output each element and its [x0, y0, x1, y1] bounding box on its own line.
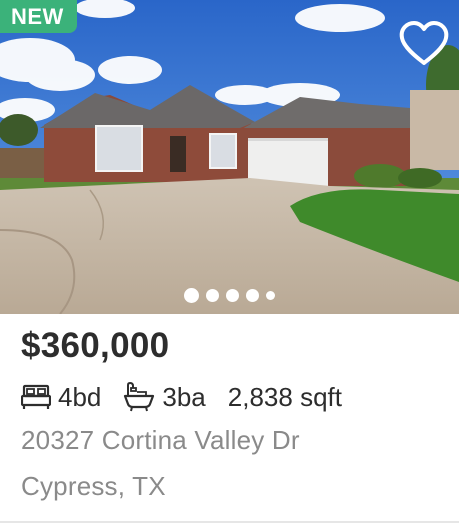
favorite-button[interactable] [398, 20, 450, 68]
listing-photo[interactable]: NEW [0, 0, 459, 314]
heart-outline-icon [399, 21, 449, 65]
bed-icon [21, 383, 51, 411]
bathtub-icon [123, 382, 155, 412]
baths-count: 3ba [162, 381, 206, 412]
photo-carousel-dots [0, 287, 459, 303]
new-listing-badge: NEW [0, 0, 77, 33]
beds-count: 4bd [58, 381, 102, 412]
address-city-state[interactable]: Cypress, TX [21, 471, 166, 502]
listing-facts: 4bd 3ba 2,838 sqft [21, 380, 342, 414]
carousel-dot[interactable] [226, 288, 239, 302]
listing-card[interactable]: NEW $360,000 4bd 3ba 2,838 sqft 20327 Co… [0, 0, 459, 523]
address-street[interactable]: 20327 Cortina Valley Dr [21, 425, 300, 456]
carousel-dot[interactable] [246, 288, 259, 302]
carousel-dot[interactable] [266, 290, 275, 300]
square-footage: 2,838 sqft [227, 381, 342, 412]
carousel-dot[interactable] [206, 288, 219, 302]
house-photo-image [0, 0, 459, 314]
listing-price: $360,000 [21, 326, 170, 365]
carousel-dot-active[interactable] [184, 287, 199, 303]
